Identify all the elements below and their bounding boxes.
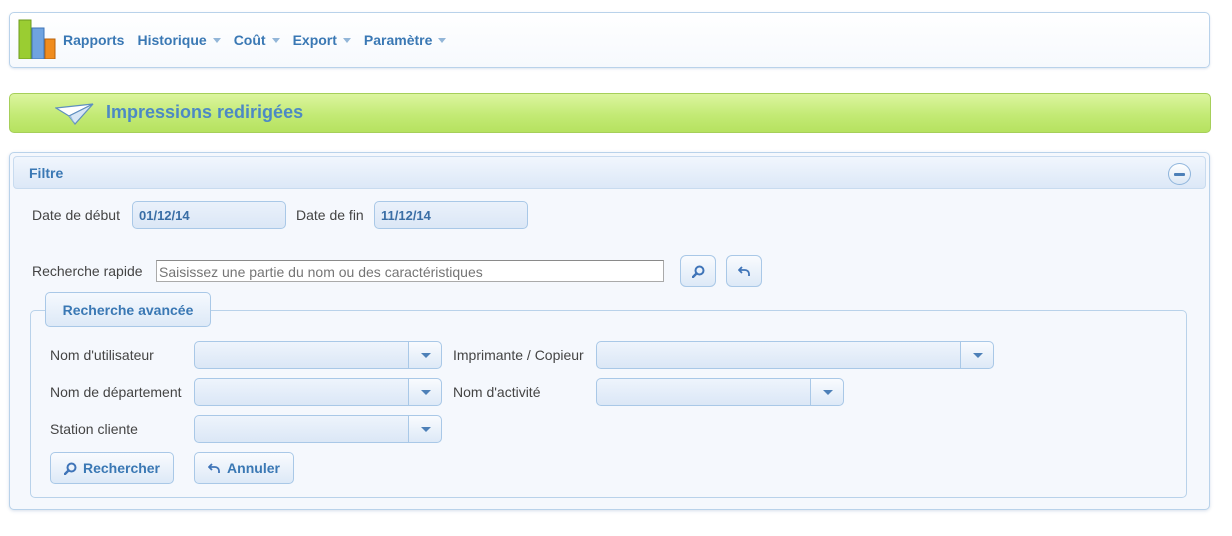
quick-reset-button[interactable] bbox=[726, 255, 762, 287]
chevron-down-icon[interactable] bbox=[408, 416, 441, 442]
chevron-down-icon bbox=[342, 38, 351, 43]
end-date-input[interactable]: 11/12/14 bbox=[374, 201, 528, 229]
search-icon bbox=[63, 462, 77, 475]
start-date-label: Date de début bbox=[32, 207, 120, 223]
menu-rapports[interactable]: Rapports bbox=[63, 32, 124, 48]
main-menu: Rapports Historique Coût Export Paramètr… bbox=[63, 13, 459, 67]
filter-panel-header: Filtre bbox=[13, 156, 1206, 189]
chevron-down-icon[interactable] bbox=[810, 379, 843, 405]
end-date-label: Date de fin bbox=[296, 207, 364, 223]
quick-search-input[interactable] bbox=[156, 260, 664, 282]
filter-panel: Filtre Date de début 01/12/14 Date de fi… bbox=[9, 152, 1210, 510]
chevron-down-icon[interactable] bbox=[960, 342, 993, 368]
chevron-down-icon bbox=[271, 38, 280, 43]
search-icon bbox=[692, 265, 705, 278]
cancel-button-label: Annuler bbox=[227, 460, 280, 476]
page-title-bar: Impressions redirigées bbox=[9, 93, 1211, 133]
department-label: Nom de département bbox=[50, 384, 182, 400]
printer-combobox[interactable] bbox=[596, 341, 994, 369]
client-station-combobox[interactable] bbox=[194, 415, 442, 443]
bar-chart-logo-icon bbox=[18, 19, 56, 59]
client-station-label: Station cliente bbox=[50, 421, 138, 437]
menu-parametre[interactable]: Paramètre bbox=[364, 32, 447, 48]
chevron-down-icon bbox=[212, 38, 221, 43]
undo-icon bbox=[208, 462, 220, 473]
search-button[interactable]: Rechercher bbox=[50, 452, 174, 484]
menu-historique[interactable]: Historique bbox=[137, 32, 221, 48]
quick-search-label: Recherche rapide bbox=[32, 263, 143, 279]
page-title: Impressions redirigées bbox=[106, 102, 304, 122]
quick-search-button[interactable] bbox=[680, 255, 716, 287]
activity-combobox[interactable] bbox=[596, 378, 844, 406]
start-date-input[interactable]: 01/12/14 bbox=[132, 201, 286, 229]
paper-plane-icon bbox=[55, 103, 94, 125]
menu-cout[interactable]: Coût bbox=[234, 32, 280, 48]
filter-panel-title: Filtre bbox=[29, 165, 64, 181]
activity-label: Nom d'activité bbox=[453, 384, 541, 400]
menu-export[interactable]: Export bbox=[293, 32, 351, 48]
chevron-down-icon[interactable] bbox=[408, 379, 441, 405]
undo-icon bbox=[738, 266, 750, 276]
cancel-button[interactable]: Annuler bbox=[194, 452, 294, 484]
collapse-minus-icon[interactable] bbox=[1168, 163, 1191, 185]
menu-cout-label: Coût bbox=[233, 32, 266, 48]
menu-historique-label: Historique bbox=[137, 32, 207, 48]
advanced-search-tab[interactable]: Recherche avancée bbox=[45, 292, 211, 327]
user-label: Nom d'utilisateur bbox=[50, 347, 154, 363]
menu-rapports-label: Rapports bbox=[63, 32, 125, 48]
department-combobox[interactable] bbox=[194, 378, 442, 406]
search-button-label: Rechercher bbox=[82, 460, 161, 476]
menu-parametre-label: Paramètre bbox=[363, 32, 433, 48]
chevron-down-icon bbox=[438, 38, 447, 43]
menu-export-label: Export bbox=[292, 32, 337, 48]
user-combobox[interactable] bbox=[194, 341, 442, 369]
chevron-down-icon[interactable] bbox=[408, 342, 441, 368]
top-menu-bar: Rapports Historique Coût Export Paramètr… bbox=[9, 12, 1210, 68]
printer-label: Imprimante / Copieur bbox=[453, 347, 584, 363]
